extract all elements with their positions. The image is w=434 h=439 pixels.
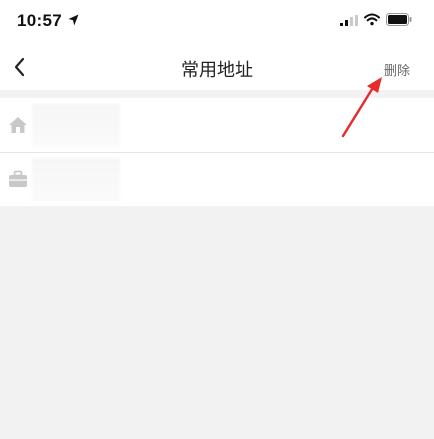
address-item-work[interactable] xyxy=(0,152,434,206)
briefcase-icon xyxy=(9,170,27,187)
location-arrow-icon xyxy=(68,14,79,26)
home-icon xyxy=(9,117,27,133)
red-arrow-annotation xyxy=(341,77,382,138)
signal-icon xyxy=(340,15,358,26)
wifi-icon xyxy=(364,13,380,26)
screen: 10:57 常用地址 删除 xyxy=(0,0,434,439)
battery-icon xyxy=(386,13,412,26)
address-content-redacted xyxy=(32,158,120,202)
address-content-redacted xyxy=(32,104,120,148)
status-time: 10:57 xyxy=(17,11,62,30)
status-bar: 10:57 xyxy=(0,0,434,44)
